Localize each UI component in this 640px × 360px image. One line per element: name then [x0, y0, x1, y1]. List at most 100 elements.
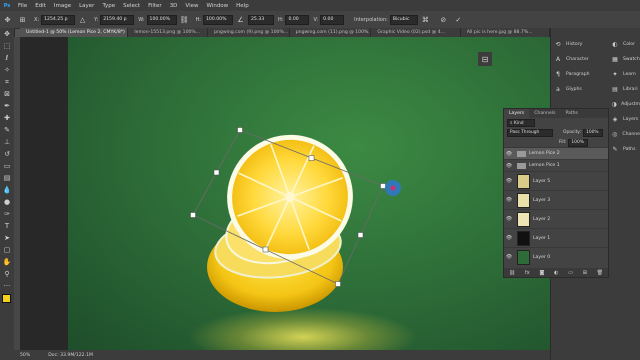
visibility-eye-icon[interactable]: 👁 [504, 254, 514, 260]
crop-tool-icon[interactable]: ⌗ [0, 76, 14, 88]
menu-3d[interactable]: 3D [166, 3, 182, 9]
menu-layer[interactable]: Layer [75, 3, 98, 9]
x-position-field[interactable]: 1254.25 p [41, 14, 76, 25]
frame-tool-icon[interactable]: ⊠ [0, 88, 14, 100]
new-group-icon[interactable]: ▭ [568, 270, 573, 276]
transform-handle[interactable] [335, 281, 341, 287]
layer-row-layer-0[interactable]: 👁 Layer 0 [504, 247, 608, 266]
swatches-panel-button[interactable]: ▦ Swatch [610, 52, 640, 67]
layer-row-lemon-pice-2[interactable]: 👁 Lemon Pice 2 [504, 147, 608, 159]
angle-field[interactable]: 25.33 [248, 14, 274, 25]
shape-tool-icon[interactable]: ▢ [0, 244, 14, 256]
menu-window[interactable]: Window [202, 3, 232, 9]
fill-field[interactable]: 100% [568, 138, 589, 147]
healing-tool-icon[interactable]: ✚ [0, 112, 14, 124]
visibility-eye-icon[interactable]: 👁 [504, 235, 514, 241]
menu-select[interactable]: Select [119, 3, 144, 9]
visibility-eye-icon[interactable]: 👁 [504, 151, 514, 157]
delta-icon[interactable]: △ [78, 15, 87, 24]
layer-row-layer-2[interactable]: 👁 Layer 2 [504, 209, 608, 228]
fx-icon[interactable]: fx [525, 270, 530, 276]
new-layer-icon[interactable]: ⊞ [583, 270, 587, 276]
canvas-artwork[interactable]: ⊟ [68, 37, 550, 350]
visibility-eye-icon[interactable]: 👁 [504, 163, 514, 169]
add-mask-icon[interactable]: ◙ [540, 270, 545, 276]
opacity-field[interactable]: 100% [583, 128, 604, 137]
more-tools-icon[interactable]: ··· [0, 280, 14, 292]
paths-panel-button[interactable]: ✎ Paths [610, 142, 640, 157]
commit-transform-icon[interactable]: ✓ [454, 15, 463, 24]
link-layers-icon[interactable]: ⛓ [509, 270, 515, 276]
horizontal-skew-field[interactable]: 0.00 [285, 14, 310, 25]
stamp-tool-icon[interactable]: ⊥ [0, 136, 14, 148]
quick-select-tool-icon[interactable]: ✧ [0, 64, 14, 76]
zoom-level[interactable]: 50% [20, 353, 30, 358]
history-panel-button[interactable]: ⟲ History [553, 37, 597, 52]
move-tool-icon[interactable]: ✥ [0, 28, 14, 40]
layer-row-layer-1[interactable]: 👁 Layer 1 [504, 228, 608, 247]
paragraph-panel-button[interactable]: ¶ Paragraph [553, 67, 597, 82]
tab-paths[interactable]: Paths [560, 109, 583, 118]
layer-row-layer-3[interactable]: 👁 Layer 3 [504, 190, 608, 209]
artboard-options-icon[interactable]: ⊟ [478, 52, 492, 66]
menu-help[interactable]: Help [232, 3, 253, 9]
transform-handle[interactable] [262, 246, 269, 253]
lasso-tool-icon[interactable]: ℓ [0, 52, 14, 64]
foreground-color-swatch[interactable] [2, 294, 11, 303]
adjustment-layer-icon[interactable]: ◐ [554, 270, 558, 276]
delete-layer-icon[interactable]: 🗑 [597, 270, 603, 276]
layers-panel-button[interactable]: ◈ Layers [610, 112, 640, 127]
glyphs-panel-button[interactable]: a Glyphs [553, 82, 597, 97]
eraser-tool-icon[interactable]: ▭ [0, 160, 14, 172]
transform-handle[interactable] [213, 169, 220, 176]
menu-type[interactable]: Type [98, 3, 119, 9]
transform-handle[interactable] [380, 183, 386, 189]
link-icon[interactable]: ⛓ [180, 15, 189, 24]
layer-row-lemon-pice-1[interactable]: 👁 Lemon Pice 1 [504, 159, 608, 171]
warp-icon[interactable]: ⌘ [421, 15, 430, 24]
pen-tool-icon[interactable]: ✑ [0, 208, 14, 220]
height-field[interactable]: 100.00% [203, 14, 233, 25]
history-brush-tool-icon[interactable]: ↺ [0, 148, 14, 160]
reference-point-icon[interactable]: ⊞ [18, 15, 27, 24]
learn-panel-button[interactable]: ✦ Learn [610, 67, 640, 82]
character-panel-button[interactable]: A Character [553, 52, 597, 67]
blend-mode-select[interactable]: Pass Through [507, 128, 553, 137]
menu-file[interactable]: File [14, 3, 31, 9]
tab-all-pic[interactable]: All pic is here.jpg @ 88.7%... [461, 28, 550, 37]
cancel-transform-icon[interactable]: ⊘ [439, 15, 448, 24]
tab-pngwing-11[interactable]: pngwing.com (11).png @ 100%... [290, 28, 372, 37]
marquee-tool-icon[interactable]: ⬚ [0, 40, 14, 52]
tab-pngwing-9[interactable]: pngwing.com (9).png @ 100%... [208, 28, 290, 37]
tab-layers[interactable]: Layers [504, 109, 530, 118]
tab-untitled-1[interactable]: Untitled-1 @ 50% (Lemon Pice 2, CMYK/8*) [20, 28, 129, 37]
document-size[interactable]: Doc: 33.9M/122.1M [48, 353, 93, 358]
transform-handle[interactable] [308, 155, 315, 161]
menu-filter[interactable]: Filter [144, 3, 166, 9]
zoom-tool-icon[interactable]: ⚲ [0, 268, 14, 280]
tab-graphic-video[interactable]: Graphic Video (02).psd @ 4... [371, 28, 461, 37]
transform-handle[interactable] [357, 232, 364, 238]
brush-tool-icon[interactable]: ✎ [0, 124, 14, 136]
type-tool-icon[interactable]: T [0, 220, 14, 232]
adjustments-panel-button[interactable]: ◑ Adjustm [610, 97, 640, 112]
layer-filter-select[interactable]: ⌕ Kind [507, 118, 535, 127]
hand-tool-icon[interactable]: ✋ [0, 256, 14, 268]
document-window[interactable]: ⊟ [20, 37, 550, 350]
dodge-tool-icon[interactable]: ● [0, 196, 14, 208]
width-field[interactable]: 100.00% [146, 14, 177, 25]
visibility-eye-icon[interactable]: 👁 [504, 197, 514, 203]
gradient-tool-icon[interactable]: ▤ [0, 172, 14, 184]
layer-row-layer-5[interactable]: 👁 Layer 5 [504, 171, 608, 190]
path-select-tool-icon[interactable]: ➤ [0, 232, 14, 244]
interpolation-select[interactable]: Bicubic [389, 14, 418, 25]
tab-lemon-png[interactable]: lemon-15513.png @ 100%... [128, 28, 209, 37]
visibility-eye-icon[interactable]: 👁 [504, 178, 514, 184]
move-tool-preset-icon[interactable]: ✥ [3, 15, 12, 24]
transform-handle[interactable] [190, 212, 196, 218]
blur-tool-icon[interactable]: 💧 [0, 184, 14, 196]
eyedropper-tool-icon[interactable]: ✒ [0, 100, 14, 112]
tab-channels[interactable]: Channels [529, 109, 560, 118]
transform-handle[interactable] [237, 127, 243, 133]
color-swatches[interactable] [0, 294, 14, 314]
